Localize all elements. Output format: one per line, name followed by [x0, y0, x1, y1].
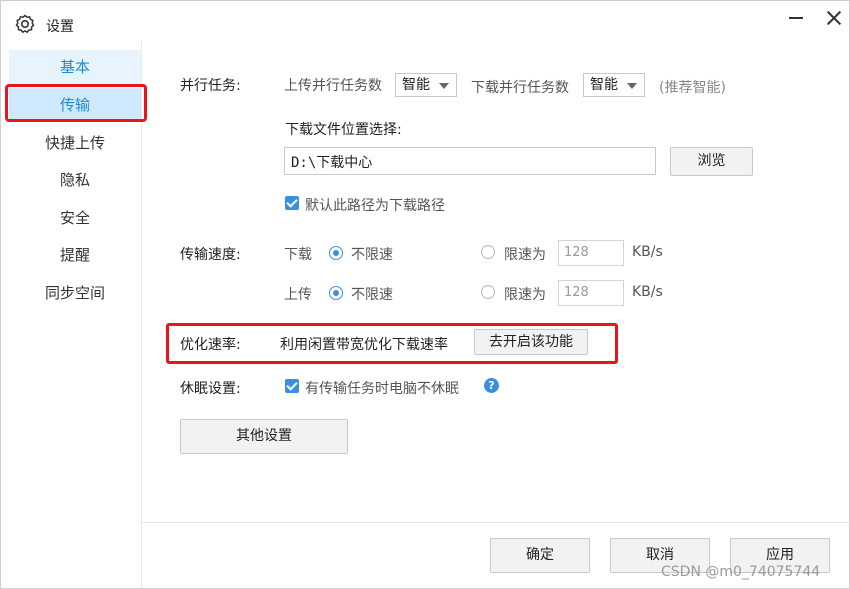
download-speed-label: 下载 — [284, 247, 312, 263]
sidebar-item-quick-upload[interactable]: 快捷上传 — [9, 126, 141, 160]
sleep-settings-label: 休眠设置: — [180, 381, 241, 397]
chevron-down-icon — [439, 83, 449, 89]
minimize-button[interactable] — [782, 7, 810, 31]
parallel-hint: (推荐智能) — [659, 80, 726, 96]
upload-limit-radio[interactable] — [481, 285, 495, 299]
download-unlimited-radio[interactable] — [329, 246, 343, 260]
browse-button[interactable]: 浏览 — [670, 147, 753, 176]
chevron-down-icon — [627, 83, 637, 89]
download-parallel-label: 下载并行任务数 — [471, 80, 569, 96]
upload-parallel-value: 智能 — [402, 77, 430, 93]
download-unlimited-label: 不限速 — [351, 247, 393, 263]
download-parallel-value: 智能 — [590, 77, 618, 93]
window-title: 设置 — [46, 19, 74, 35]
upload-unlimited-label: 不限速 — [351, 287, 393, 303]
default-path-checkbox-label: 默认此路径为下载路径 — [305, 198, 445, 214]
upload-limit-unit: KB/s — [632, 284, 663, 300]
settings-window: 设置 基本 传输 快捷上传 隐私 安全 提醒 同步空间 并行任务: 上传并行任务… — [0, 0, 850, 589]
no-sleep-checkbox-label: 有传输任务时电脑不休眠 — [305, 381, 459, 397]
download-path-field[interactable]: D:\下载中心 — [284, 147, 656, 175]
footer-divider — [142, 522, 850, 523]
ok-button[interactable]: 确定 — [490, 538, 590, 573]
download-limit-input[interactable]: 128 — [558, 240, 624, 266]
gear-icon — [15, 14, 35, 34]
sidebar-item-privacy[interactable]: 隐私 — [9, 163, 141, 197]
sidebar-item-sync-space[interactable]: 同步空间 — [9, 276, 141, 310]
download-location-label: 下载文件位置选择: — [285, 122, 402, 138]
download-limit-label: 限速为 — [504, 247, 546, 263]
sidebar-item-security[interactable]: 安全 — [9, 201, 141, 235]
upload-unlimited-radio[interactable] — [329, 286, 343, 300]
download-limit-unit: KB/s — [632, 244, 663, 260]
upload-parallel-select[interactable]: 智能 — [395, 73, 457, 97]
default-path-checkbox[interactable] — [285, 196, 299, 210]
sidebar-item-reminder[interactable]: 提醒 — [9, 238, 141, 272]
no-sleep-checkbox[interactable] — [285, 379, 299, 393]
upload-limit-input[interactable]: 128 — [558, 280, 624, 306]
upload-parallel-label: 上传并行任务数 — [284, 78, 382, 94]
help-icon[interactable]: ? — [484, 378, 499, 393]
sidebar-item-basic[interactable]: 基本 — [9, 50, 141, 84]
download-limit-radio[interactable] — [481, 245, 495, 259]
upload-limit-label: 限速为 — [504, 287, 546, 303]
upload-speed-label: 上传 — [284, 287, 312, 303]
transfer-speed-label: 传输速度: — [180, 247, 241, 263]
download-parallel-select[interactable]: 智能 — [583, 73, 645, 97]
settings-sidebar: 基本 传输 快捷上传 隐私 安全 提醒 同步空间 — [1, 41, 142, 588]
close-button[interactable] — [821, 5, 847, 31]
parallel-tasks-label: 并行任务: — [180, 78, 241, 94]
highlight-box-sidebar — [5, 84, 147, 122]
highlight-box-optimize — [166, 323, 618, 364]
watermark: CSDN @m0_74075744 — [661, 564, 821, 580]
title-bar: 设置 — [1, 1, 849, 41]
other-settings-button[interactable]: 其他设置 — [180, 419, 348, 454]
